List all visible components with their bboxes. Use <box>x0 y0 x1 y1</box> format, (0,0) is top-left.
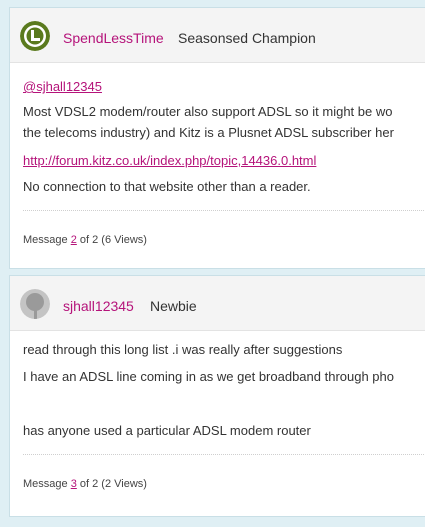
divider <box>23 210 424 211</box>
author-name[interactable]: SpendLessTime <box>63 30 164 46</box>
post-text-line: read through this long list .i was reall… <box>23 342 343 357</box>
avatar-badge-icon <box>20 21 50 51</box>
user-mention[interactable]: @sjhall12345 <box>23 78 102 95</box>
footer-suffix: of 2 (6 Views) <box>76 234 147 246</box>
post-text-line: Most VDSL2 modem/router also support ADS… <box>23 104 393 119</box>
user-rank: Seasonsed Champion <box>178 30 316 46</box>
post-header: SpendLessTime Seasonsed Champion <box>10 8 425 63</box>
divider <box>23 454 424 455</box>
message-post: SpendLessTime Seasonsed Champion @sjhall… <box>9 7 425 269</box>
default-avatar-icon <box>20 289 50 319</box>
author-name[interactable]: sjhall12345 <box>63 298 134 314</box>
post-text-line: has anyone used a particular ADSL modem … <box>23 423 311 438</box>
footer-prefix: Message <box>23 478 71 490</box>
footer-prefix: Message <box>23 234 71 246</box>
message-post: sjhall12345 Newbie read through this lon… <box>9 275 425 517</box>
user-avatar[interactable] <box>20 289 50 319</box>
user-rank: Newbie <box>150 298 197 314</box>
footer-suffix: of 2 (2 Views) <box>76 478 147 490</box>
post-text-line: the telecoms industry) and Kitz is a Plu… <box>23 125 394 140</box>
forum-link[interactable]: http://forum.kitz.co.uk/index.php/topic,… <box>23 152 316 169</box>
post-header: sjhall12345 Newbie <box>10 276 425 331</box>
message-footer: Message 2 of 2 (6 Views) <box>23 234 147 246</box>
message-footer: Message 3 of 2 (2 Views) <box>23 478 147 490</box>
post-text-line: No connection to that website other than… <box>23 179 311 194</box>
user-avatar[interactable] <box>20 21 50 51</box>
post-text-line: I have an ADSL line coming in as we get … <box>23 369 394 384</box>
